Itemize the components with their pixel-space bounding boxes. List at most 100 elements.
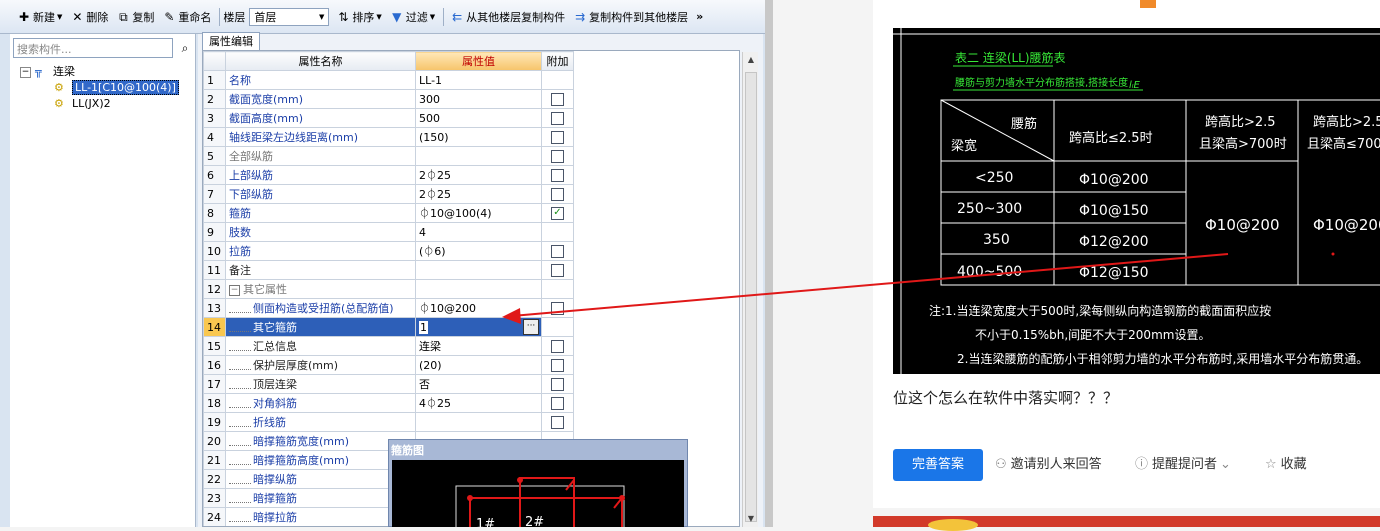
table-row[interactable]: 9 肢数 4 bbox=[203, 222, 574, 242]
property-name-label: 折线筋 bbox=[253, 416, 286, 429]
copy-from-floor-button[interactable]: ⇇ 从其他楼层复制构件 bbox=[447, 6, 568, 28]
table-header-row: 属性名称 属性值 附加 bbox=[203, 51, 574, 71]
copy-to-floor-button[interactable]: ⇉ 复制构件到其他楼层 bbox=[570, 6, 691, 28]
property-name: 肢数 bbox=[225, 222, 416, 242]
checkbox[interactable] bbox=[551, 263, 564, 277]
property-value[interactable]: (150) bbox=[415, 127, 542, 147]
property-value-text: ⏀10@200 bbox=[419, 302, 476, 315]
property-value[interactable] bbox=[415, 279, 542, 299]
tree-node-root[interactable]: − ╦ 连梁 bbox=[20, 64, 75, 80]
table-row[interactable]: 17 顶层连梁 否 bbox=[203, 374, 574, 394]
checkbox-checked[interactable]: ✓ bbox=[551, 206, 564, 220]
checkbox[interactable] bbox=[551, 149, 564, 163]
table-row[interactable]: 4 轴线距梁左边线距离(mm) (150) bbox=[203, 127, 574, 147]
table-row[interactable]: 10 拉筋 (⏀6) bbox=[203, 241, 574, 261]
new-button[interactable]: ✚ 新建 ▼ bbox=[14, 6, 65, 28]
checkbox[interactable] bbox=[551, 130, 564, 144]
property-value[interactable]: 500 bbox=[415, 108, 542, 128]
scroll-up-icon[interactable]: ▲ bbox=[743, 52, 759, 68]
property-value[interactable]: (20) bbox=[415, 355, 542, 375]
row-number: 2 bbox=[203, 89, 226, 109]
checkbox[interactable] bbox=[551, 168, 564, 182]
component-tree-pane: 搜索构件... ⌕ − ╦ 连梁 ⚙ LL-1[C10@100(4)] ⚙ LL(JX)… bbox=[10, 34, 196, 527]
property-value[interactable]: ⏀10@100(4) bbox=[415, 203, 542, 223]
col-header-value[interactable]: 属性值 bbox=[415, 51, 542, 71]
checkbox[interactable] bbox=[551, 396, 564, 410]
sort-button[interactable]: ⇅ 排序 ▼ bbox=[333, 6, 384, 28]
col-header-name[interactable]: 属性名称 bbox=[225, 51, 416, 71]
toolbar-overflow-button[interactable]: » bbox=[693, 6, 706, 28]
property-value[interactable]: 2⏀25 bbox=[415, 165, 542, 185]
collapse-icon[interactable]: − bbox=[20, 66, 31, 78]
table-row[interactable]: 6 上部纵筋 2⏀25 bbox=[203, 165, 574, 185]
property-value[interactable] bbox=[415, 412, 542, 432]
table-row[interactable]: 12− 其它属性 bbox=[203, 279, 574, 299]
improve-answer-button[interactable]: 完善答案 bbox=[893, 449, 983, 481]
property-value[interactable]: ⏀10@200 bbox=[415, 298, 542, 318]
row-number: 12 bbox=[203, 279, 226, 299]
ellipsis-button[interactable]: ··· bbox=[523, 319, 539, 335]
property-value[interactable] bbox=[415, 146, 542, 166]
floor-select[interactable]: 首层 ▼ bbox=[249, 7, 330, 26]
table-row[interactable]: 7 下部纵筋 2⏀25 bbox=[203, 184, 574, 204]
checkbox[interactable] bbox=[551, 187, 564, 201]
property-value-text: (⏀6) bbox=[419, 245, 446, 258]
scroll-down-icon[interactable]: ▼ bbox=[743, 511, 759, 527]
invite-answer-link[interactable]: ⚇ 邀请别人来回答 bbox=[995, 449, 1102, 481]
tree-indent-line bbox=[229, 477, 251, 484]
checkbox[interactable] bbox=[551, 301, 564, 315]
rename-button[interactable]: ✎ 重命名 bbox=[159, 6, 214, 28]
window-divider[interactable] bbox=[765, 0, 773, 527]
property-value[interactable]: 否 bbox=[415, 374, 542, 394]
table-row[interactable]: 2 截面宽度(mm) 300 bbox=[203, 89, 574, 109]
checkbox[interactable] bbox=[551, 339, 564, 353]
table-row[interactable]: 15 汇总信息 连梁 bbox=[203, 336, 574, 356]
remind-asker-link[interactable]: ⓘ 提醒提问者 ⌄ bbox=[1135, 449, 1235, 481]
property-value[interactable]: 连梁 bbox=[415, 336, 542, 356]
scrollbar-thumb[interactable] bbox=[745, 72, 757, 522]
property-value[interactable]: 4⏀25 bbox=[415, 393, 542, 413]
checkbox[interactable] bbox=[551, 415, 564, 429]
checkbox[interactable] bbox=[551, 244, 564, 258]
table-row[interactable]: 14 其它箍筋 1 ··· bbox=[203, 317, 574, 337]
table-row[interactable]: 8 箍筋 ⏀10@100(4) ✓ bbox=[203, 203, 574, 223]
property-name-label: 暗撑箍筋 bbox=[253, 492, 297, 505]
checkbox[interactable] bbox=[551, 377, 564, 391]
table-row[interactable]: 19 折线筋 bbox=[203, 412, 574, 432]
property-value[interactable]: LL-1 bbox=[415, 70, 542, 90]
tree-node-ll-jx2[interactable]: ⚙ LL(JX)2 bbox=[54, 96, 111, 112]
table-row[interactable]: 1 名称 LL-1 bbox=[203, 70, 574, 90]
cad-col1-header: 跨高比≤2.5时 bbox=[1069, 130, 1153, 146]
cad-header-diag-bottom: 梁宽 bbox=[951, 138, 977, 154]
extra-cell bbox=[541, 146, 574, 166]
table-row[interactable]: 3 截面高度(mm) 500 bbox=[203, 108, 574, 128]
property-value[interactable]: (⏀6) bbox=[415, 241, 542, 261]
component-icon: ⚙ bbox=[54, 81, 64, 94]
tab-property-edit[interactable]: 属性编辑 bbox=[202, 32, 260, 50]
checkbox[interactable] bbox=[551, 92, 564, 106]
delete-button[interactable]: ✕ 删除 bbox=[67, 6, 111, 28]
checkbox[interactable] bbox=[551, 358, 564, 372]
copy-button[interactable]: ⧉ 复制 bbox=[113, 6, 157, 28]
property-value[interactable] bbox=[415, 260, 542, 280]
property-value[interactable]: 2⏀25 bbox=[415, 184, 542, 204]
property-value-editor[interactable]: 1 ··· bbox=[415, 317, 542, 337]
table-row[interactable]: 11 备注 bbox=[203, 260, 574, 280]
property-value[interactable]: 300 bbox=[415, 89, 542, 109]
search-input[interactable]: 搜索构件... bbox=[13, 38, 173, 58]
property-value-text: 2⏀25 bbox=[419, 169, 451, 182]
row-number: 3 bbox=[203, 108, 226, 128]
property-value[interactable]: 4 bbox=[415, 222, 542, 242]
table-row[interactable]: 13 侧面构造或受扭筋(总配筋值) ⏀10@200 bbox=[203, 298, 574, 318]
tree-node-ll-1[interactable]: ⚙ LL-1[C10@100(4)] bbox=[54, 80, 179, 96]
filter-button[interactable]: ▼ 过滤 ▼ bbox=[387, 6, 438, 28]
checkbox[interactable] bbox=[551, 111, 564, 125]
collect-link[interactable]: ☆ 收藏 bbox=[1265, 449, 1307, 481]
search-icon[interactable]: ⌕ bbox=[176, 38, 194, 58]
collapse-icon[interactable]: − bbox=[229, 284, 240, 296]
col-header-extra[interactable]: 附加 bbox=[541, 51, 574, 71]
table-row[interactable]: 5 全部纵筋 bbox=[203, 146, 574, 166]
table-row[interactable]: 16 保护层厚度(mm) (20) bbox=[203, 355, 574, 375]
vertical-scrollbar[interactable]: ▲ ▼ bbox=[742, 52, 758, 527]
table-row[interactable]: 18 对角斜筋 4⏀25 bbox=[203, 393, 574, 413]
